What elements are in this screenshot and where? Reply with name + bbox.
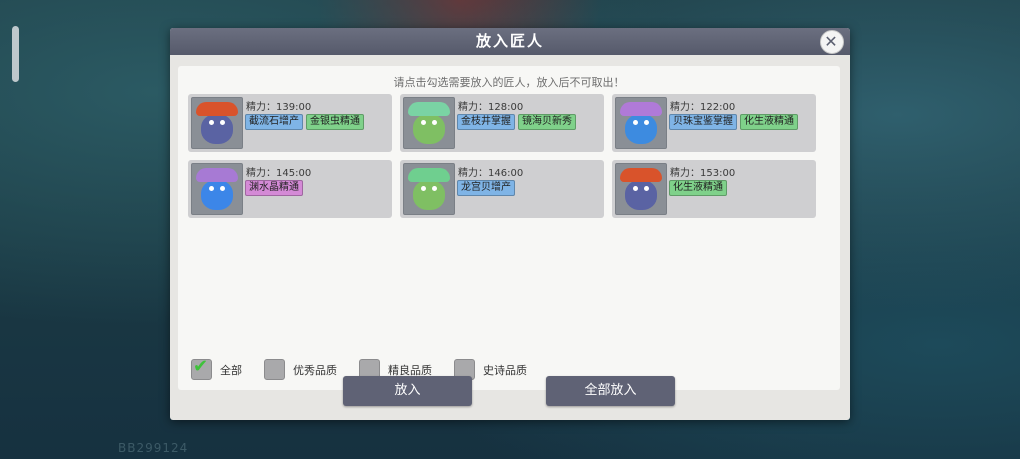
artisan-portrait: [403, 97, 455, 149]
artisan-tags: 化生液精通: [669, 180, 727, 196]
artisan-portrait: [403, 163, 455, 215]
artisan-stamina: 精力：153:00: [670, 168, 736, 179]
artisan-card[interactable]: 精力：145:00 渊水晶精通: [188, 160, 392, 218]
skill-tag: 贝珠宝鉴掌握: [669, 114, 737, 130]
artisan-panel: 请点击勾选需要放入的匠人，放入后不可取出！ 精力：139:00 截流石增产 金银虫精…: [178, 66, 840, 390]
quality-filter[interactable]: 优秀品质: [264, 359, 337, 380]
artisan-portrait: [191, 97, 243, 149]
artisan-stamina: 精力：122:00: [670, 102, 736, 113]
scroll-handle[interactable]: [12, 26, 19, 82]
quality-filter[interactable]: ✔ 全部: [191, 356, 242, 380]
skill-tag: 龙宫贝增产: [457, 180, 515, 196]
skill-tag: 渊水晶精通: [245, 180, 303, 196]
artisan-stamina: 精力：146:00: [458, 168, 524, 179]
filter-checkbox[interactable]: [264, 359, 285, 380]
skill-tag: 金银虫精通: [306, 114, 364, 130]
artisan-card[interactable]: 精力：153:00 化生液精通: [612, 160, 816, 218]
artisan-tags: 贝珠宝鉴掌握 化生液精通: [669, 114, 798, 130]
artisan-tags: 截流石增产 金银虫精通: [245, 114, 364, 130]
skill-tag: 截流石增产: [245, 114, 303, 130]
skill-tag: 化生液精通: [740, 114, 798, 130]
artisan-portrait: [615, 97, 667, 149]
close-button[interactable]: ✕: [820, 30, 844, 54]
artisan-portrait: [191, 163, 243, 215]
artisan-card[interactable]: 精力：139:00 截流石增产 金银虫精通: [188, 94, 392, 152]
place-button[interactable]: 放入: [343, 376, 472, 406]
dialog-header: 放入匠人 ✕: [170, 28, 850, 55]
artisan-tags: 金枝井掌握 镜海贝新秀: [457, 114, 576, 130]
artisan-card[interactable]: 精力：122:00 贝珠宝鉴掌握 化生液精通: [612, 94, 816, 152]
skill-tag: 金枝井掌握: [457, 114, 515, 130]
dialog-title: 放入匠人: [475, 32, 544, 50]
skill-tag: 化生液精通: [669, 180, 727, 196]
check-icon: ✔: [193, 356, 209, 377]
filter-label: 史诗品质: [483, 363, 527, 377]
artisan-stamina: 精力：139:00: [246, 102, 312, 113]
place-artisan-dialog: 放入匠人 ✕ 请点击勾选需要放入的匠人，放入后不可取出！ 精力：139:00 截流…: [170, 28, 850, 420]
place-all-button[interactable]: 全部放入: [546, 376, 675, 406]
artisan-card[interactable]: 精力：146:00 龙宫贝增产: [400, 160, 604, 218]
filter-checkbox[interactable]: ✔: [191, 356, 212, 380]
hint-text: 请点击勾选需要放入的匠人，放入后不可取出！: [393, 76, 625, 89]
artisan-tags: 渊水晶精通: [245, 180, 303, 196]
artisan-portrait: [615, 163, 667, 215]
player-uid: BB299124: [118, 441, 189, 455]
skill-tag: 镜海贝新秀: [518, 114, 576, 130]
artisan-stamina: 精力：128:00: [458, 102, 524, 113]
close-icon: ✕: [824, 32, 840, 51]
filter-label: 优秀品质: [293, 363, 337, 377]
artisan-card[interactable]: 精力：128:00 金枝井掌握 镜海贝新秀: [400, 94, 604, 152]
artisan-tags: 龙宫贝增产: [457, 180, 515, 196]
artisan-stamina: 精力：145:00: [246, 168, 312, 179]
filter-label: 全部: [220, 363, 242, 377]
